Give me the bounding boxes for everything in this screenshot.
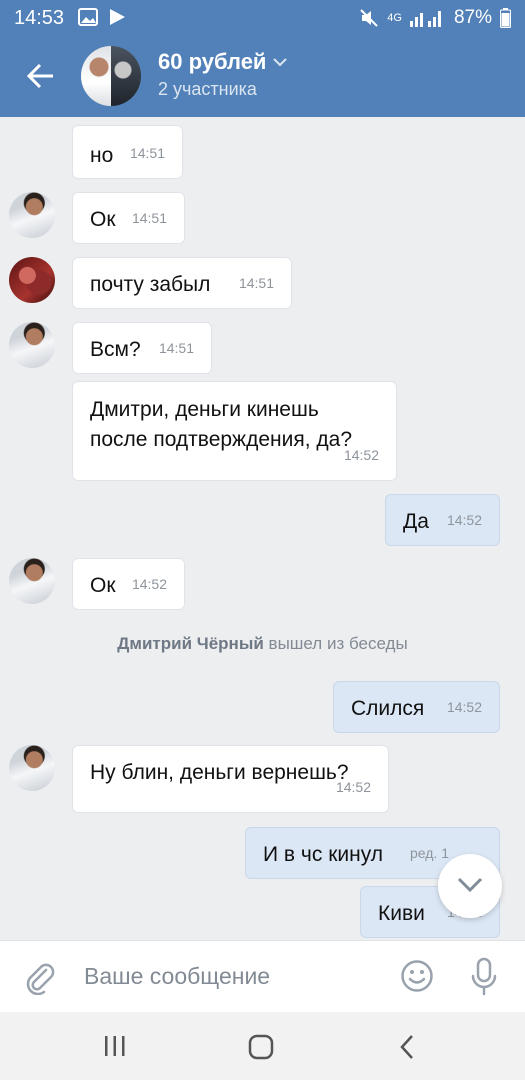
mute-icon bbox=[359, 8, 379, 28]
message-list[interactable]: но 14:51 Ок 14:51 почту забыл 14:51 Всм?… bbox=[0, 117, 525, 940]
recent-apps-icon[interactable] bbox=[104, 1034, 126, 1058]
chat-avatar[interactable] bbox=[81, 46, 141, 106]
participants-count: 2 участника bbox=[158, 79, 257, 99]
message-outgoing[interactable]: Слился 14:52 bbox=[333, 681, 500, 733]
message-incoming[interactable]: Ок 14:52 bbox=[72, 558, 185, 610]
system-message-action: вышел из беседы bbox=[268, 634, 408, 653]
message-incoming[interactable]: Ну блин, деньги вернешь? 14:52 bbox=[72, 745, 389, 813]
scroll-down-button[interactable] bbox=[438, 854, 502, 918]
battery-icon bbox=[500, 8, 511, 28]
system-message-name[interactable]: Дмитрий Чёрный bbox=[117, 634, 264, 653]
sender-avatar[interactable] bbox=[9, 257, 55, 303]
back-button[interactable] bbox=[26, 62, 56, 90]
system-nav-bar bbox=[0, 1012, 525, 1080]
chat-header: 14:53 4G 87% 60 рублей 2 участника bbox=[0, 0, 525, 117]
microphone-icon[interactable] bbox=[470, 957, 498, 997]
message-outgoing[interactable]: Да 14:52 bbox=[385, 494, 500, 546]
signal-icon bbox=[409, 9, 446, 27]
message-input[interactable]: Ваше сообщение bbox=[84, 963, 270, 990]
battery-percent: 87% bbox=[453, 7, 492, 28]
network-label: 4G bbox=[387, 12, 402, 24]
message-incoming[interactable]: Дмитри, деньги кинешь после подтверждени… bbox=[72, 381, 397, 481]
status-time: 14:53 bbox=[14, 7, 65, 29]
home-icon[interactable] bbox=[248, 1034, 274, 1060]
sender-avatar[interactable] bbox=[9, 558, 55, 604]
composer: Ваше сообщение bbox=[0, 940, 525, 1012]
attach-icon[interactable] bbox=[24, 961, 58, 995]
back-icon[interactable] bbox=[398, 1034, 416, 1060]
play-icon bbox=[108, 8, 126, 26]
sender-avatar[interactable] bbox=[9, 192, 55, 238]
sender-avatar[interactable] bbox=[9, 322, 55, 368]
status-bar: 14:53 4G 87% bbox=[0, 0, 525, 36]
chat-title[interactable]: 60 рублей bbox=[158, 49, 288, 75]
message-incoming[interactable]: почту забыл 14:51 bbox=[72, 257, 292, 309]
emoji-icon[interactable] bbox=[400, 959, 434, 993]
chevron-down-icon bbox=[272, 57, 288, 67]
message-incoming[interactable]: Ок 14:51 bbox=[72, 192, 185, 244]
sender-avatar[interactable] bbox=[9, 745, 55, 791]
message-incoming[interactable]: но 14:51 bbox=[72, 125, 183, 179]
gallery-icon bbox=[78, 8, 98, 26]
message-incoming[interactable]: Всм? 14:51 bbox=[72, 322, 212, 374]
chat-title-text: 60 рублей bbox=[158, 49, 267, 74]
system-message: Дмитрий Чёрный вышел из беседы bbox=[0, 634, 525, 654]
